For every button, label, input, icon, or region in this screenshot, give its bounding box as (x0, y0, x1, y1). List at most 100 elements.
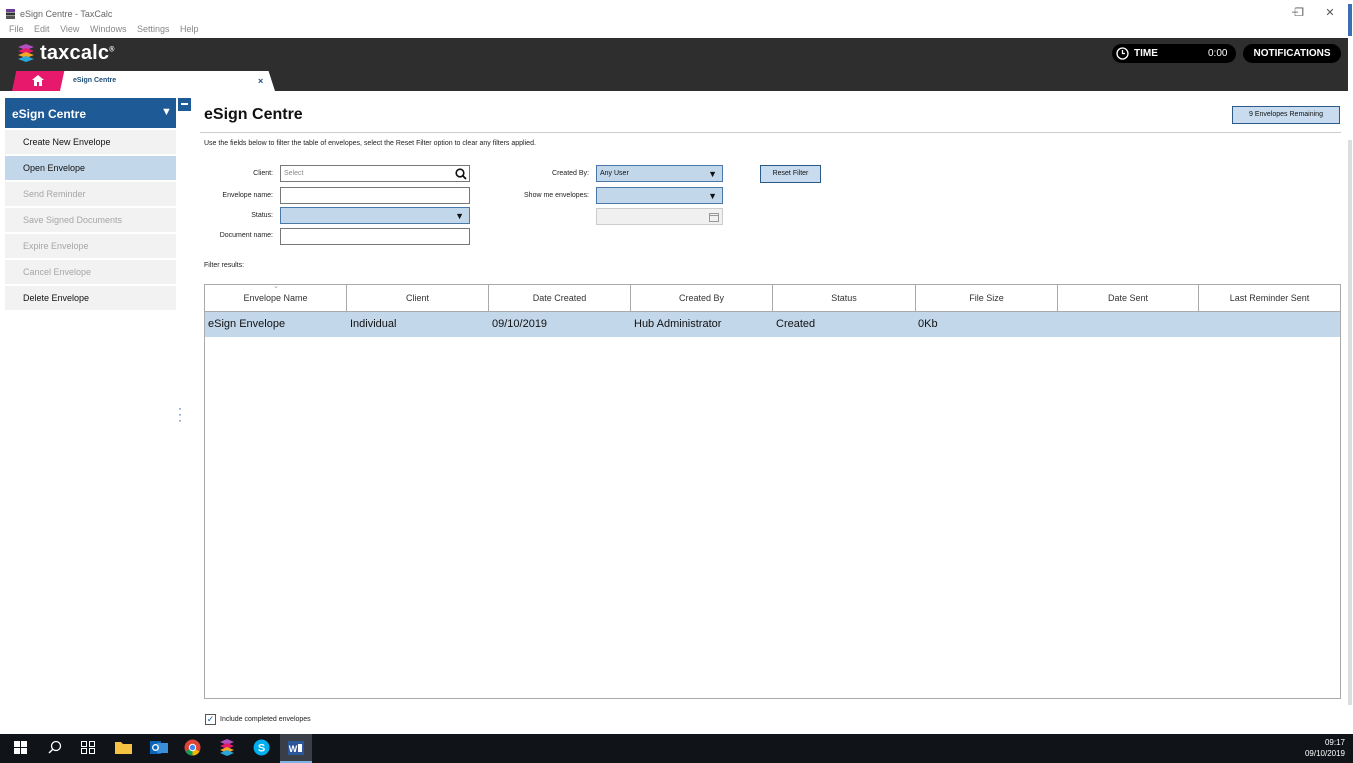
include-completed-label: Include completed envelopes (220, 716, 311, 723)
cell-last-reminder-sent (1199, 312, 1202, 337)
svg-text:S: S (258, 743, 265, 755)
search-icon[interactable] (48, 740, 62, 754)
column-header-created-by[interactable]: Created By (631, 285, 773, 312)
menu-view[interactable]: View (60, 24, 79, 34)
date-picker-input (596, 208, 723, 225)
calendar-icon (709, 213, 719, 222)
cell-client: Individual (350, 318, 397, 330)
vertical-scrollbar[interactable] (1348, 140, 1352, 705)
time-value: 0:00 (1208, 48, 1228, 59)
taxcalc-taskbar-icon[interactable] (219, 739, 235, 756)
collapse-sidebar-button[interactable] (178, 98, 191, 111)
cell-date-sent (1058, 312, 1061, 337)
task-view-icon[interactable] (81, 741, 95, 754)
envelopes-table: Envelope Name ⌄ Client Date Created Crea… (204, 283, 1341, 699)
column-header-client[interactable]: Client (347, 285, 489, 312)
sidebar-item-send-reminder[interactable]: Send Reminder (5, 182, 176, 207)
cell-envelope-name: eSign Envelope (208, 318, 286, 330)
menu-help[interactable]: Help (180, 24, 199, 34)
window-accent-edge (1348, 4, 1352, 36)
column-header-date-created[interactable]: Date Created (489, 285, 631, 312)
sidebar-item-save-signed-documents[interactable]: Save Signed Documents (5, 208, 176, 233)
minus-icon (181, 103, 188, 105)
sidebar-header[interactable]: eSign Centre ▼ (5, 98, 176, 128)
word-taskbar-button[interactable]: W (280, 734, 312, 763)
logo-registered-mark: ® (109, 46, 115, 54)
column-header-last-reminder-sent[interactable]: Last Reminder Sent (1199, 285, 1340, 312)
restore-button[interactable]: ❐ (1289, 6, 1309, 22)
word-icon: W (288, 741, 304, 755)
sidebar-item-open-envelope[interactable]: Open Envelope (5, 156, 176, 181)
sidebar-item-expire-envelope[interactable]: Expire Envelope (5, 234, 176, 259)
sort-indicator-icon: ⌄ (273, 283, 279, 290)
created-by-value: Any User (600, 170, 629, 177)
include-completed-checkbox[interactable]: ✓ (205, 714, 216, 725)
tab-close-icon[interactable]: × (258, 76, 263, 86)
logo-text: taxcalc (40, 42, 110, 64)
menu-bar: File Edit View Windows Settings Help (9, 24, 207, 34)
show-me-envelopes-select[interactable]: ▼ (596, 187, 723, 204)
home-icon (32, 75, 44, 86)
svg-text:W: W (289, 744, 298, 754)
filter-instructions: Use the fields below to filter the table… (204, 140, 536, 147)
sidebar-title: eSign Centre (12, 107, 87, 121)
menu-file[interactable]: File (9, 24, 24, 34)
cell-date-created: 09/10/2019 (492, 318, 548, 330)
sidebar-item-create-new-envelope[interactable]: Create New Envelope (5, 130, 176, 155)
table-row[interactable]: eSign Envelope Individual 09/10/2019 Hub… (205, 312, 1340, 337)
status-select[interactable]: ▼ (280, 207, 470, 224)
column-header-date-sent[interactable]: Date Sent (1058, 285, 1199, 312)
column-header-file-size[interactable]: File Size (916, 285, 1058, 312)
clock-time: 09:17 (1324, 738, 1345, 747)
search-icon[interactable] (455, 168, 467, 180)
windows-taskbar (0, 734, 1353, 763)
status-label: Status: (251, 212, 273, 219)
title-divider (200, 132, 1341, 133)
file-explorer-icon[interactable] (115, 740, 132, 754)
taxcalc-logo-icon (18, 44, 34, 62)
menu-settings[interactable]: Settings (137, 24, 170, 34)
tab-esign-centre-label: eSign Centre (73, 77, 117, 84)
document-name-input[interactable] (280, 228, 470, 245)
client-placeholder: Select (284, 170, 304, 177)
clock-icon (1116, 47, 1129, 60)
envelopes-remaining-button[interactable]: 9 Envelopes Remaining (1232, 106, 1340, 124)
column-header-status[interactable]: Status (773, 285, 916, 312)
dropdown-arrow-icon: ▼ (455, 211, 464, 221)
sidebar-resize-handle[interactable]: · · · (178, 402, 182, 426)
chevron-down-icon: ▼ (161, 106, 172, 118)
taxcalc-logo: taxcalc® (40, 42, 115, 65)
time-label: TIME (1134, 48, 1158, 59)
sidebar-item-cancel-envelope[interactable]: Cancel Envelope (5, 260, 176, 285)
envelope-name-input[interactable] (280, 187, 470, 204)
created-by-label: Created By: (552, 170, 589, 177)
cell-status: Created (776, 318, 816, 330)
menu-windows[interactable]: Windows (90, 24, 127, 34)
taskbar-clock[interactable]: 09:17 09/10/2019 (1295, 737, 1345, 759)
window-title: eSign Centre - TaxCalc (20, 9, 113, 19)
chrome-icon[interactable] (184, 739, 201, 756)
time-tracker[interactable]: TIME 0:00 (1112, 44, 1236, 63)
reset-filter-button[interactable]: Reset Filter (760, 165, 821, 183)
dropdown-arrow-icon: ▼ (708, 169, 717, 179)
document-name-label: Document name: (219, 232, 273, 239)
envelope-name-label: Envelope name: (222, 192, 273, 199)
client-label: Client: (253, 170, 273, 177)
menu-edit[interactable]: Edit (34, 24, 50, 34)
close-window-button[interactable]: ✕ (1320, 6, 1340, 22)
created-by-select[interactable]: Any User ▼ (596, 165, 723, 182)
outlook-icon[interactable] (150, 739, 168, 756)
clock-date: 09/10/2019 (1304, 749, 1345, 758)
taxcalc-app-icon (6, 9, 15, 19)
skype-icon[interactable]: S (253, 739, 270, 756)
client-input[interactable]: Select (280, 165, 470, 182)
filter-results-label: Filter results: (204, 262, 245, 269)
notifications-button[interactable]: NOTIFICATIONS (1243, 44, 1341, 63)
page-title: eSign Centre (204, 106, 303, 123)
dropdown-arrow-icon: ▼ (708, 191, 717, 201)
column-header-label: Envelope Name (243, 293, 308, 303)
cell-created-by: Hub Administrator (634, 318, 722, 330)
show-me-envelopes-label: Show me envelopes: (524, 192, 589, 199)
windows-start-icon[interactable] (14, 741, 27, 754)
sidebar-item-delete-envelope[interactable]: Delete Envelope (5, 286, 176, 311)
